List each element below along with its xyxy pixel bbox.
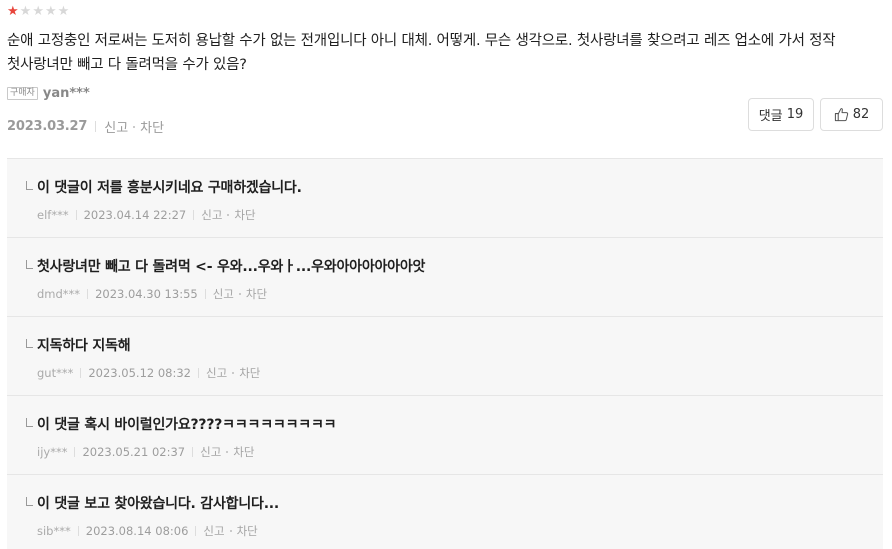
comment-report-link[interactable]: 신고 xyxy=(206,365,227,381)
comment-report-link[interactable]: 신고 xyxy=(203,523,224,539)
comment-meta: ijy*** 2023.05.21 02:37 신고 차단 xyxy=(37,444,254,460)
comment-text: 첫사랑녀만 빼고 다 돌려먹 <- 우와...우와ㅏ...우와아아아아아아앗 xyxy=(37,259,426,275)
comment-text: 이 댓글이 저를 흥분시키네요 구매하겠습니다. xyxy=(37,180,302,196)
divider-dot xyxy=(229,530,232,532)
comment-text: 이 댓글 보고 찾아왔습니다. 감사합니다... xyxy=(37,496,280,512)
comment-date: 2023.08.14 08:06 xyxy=(85,524,189,538)
comment-item: 이 댓글 보고 찾아왔습니다. 감사합니다... sib*** 2023.08.… xyxy=(7,475,883,549)
comment-report-link[interactable]: 신고 xyxy=(213,286,234,302)
comment-meta: gut*** 2023.05.12 08:32 신고 차단 xyxy=(37,365,260,381)
divider xyxy=(80,368,82,378)
comment-date: 2023.04.14 22:27 xyxy=(83,208,187,222)
comment-date: 2023.05.12 08:32 xyxy=(88,366,192,380)
report-link[interactable]: 신고 xyxy=(104,117,128,136)
comment-author: elf*** xyxy=(37,208,69,222)
divider xyxy=(95,121,97,132)
comment-list: 이 댓글이 저를 흥분시키네요 구매하겠습니다. elf*** 2023.04.… xyxy=(7,158,883,549)
reply-arrow-icon xyxy=(26,260,33,269)
comment-author: dmd*** xyxy=(37,287,81,301)
star-icon-filled: ★ xyxy=(7,4,19,19)
divider-dot xyxy=(238,293,241,295)
block-link[interactable]: 차단 xyxy=(140,117,164,136)
divider xyxy=(198,368,200,378)
comment-block-link[interactable]: 차단 xyxy=(234,207,255,223)
reply-arrow-icon xyxy=(26,339,33,348)
comment-report-link[interactable]: 신고 xyxy=(201,207,222,223)
reply-arrow-icon xyxy=(26,418,33,427)
comment-meta: dmd*** 2023.04.30 13:55 신고 차단 xyxy=(37,286,267,302)
comment-button-label: 댓글 xyxy=(758,109,783,124)
comment-report-link[interactable]: 신고 xyxy=(200,444,221,460)
buyer-badge: 구매자 xyxy=(7,87,38,100)
comment-item: 지독하다 지독해 gut*** 2023.05.12 08:32 신고 차단 xyxy=(7,317,883,396)
comment-author: ijy*** xyxy=(37,445,68,459)
review-body: 순애 고정충인 저로써는 도저히 용납할 수가 없는 전개입니다 아니 대체. … xyxy=(7,33,836,73)
comment-item: 이 댓글 혹시 바이럴인가요????ㅋㅋㅋㅋㅋㅋㅋㅋㅋ ijy*** 2023.… xyxy=(7,396,883,475)
comment-meta: sib*** 2023.08.14 08:06 신고 차단 xyxy=(37,523,258,539)
comment-author: gut*** xyxy=(37,366,74,380)
like-button[interactable]: 82 xyxy=(820,98,883,131)
comment-date: 2023.05.21 02:37 xyxy=(82,445,186,459)
review-date: 2023.03.27 xyxy=(7,119,88,134)
thumbs-up-icon xyxy=(834,108,848,122)
divider xyxy=(192,447,194,457)
comment-count-button[interactable]: 댓글 19 xyxy=(748,98,814,131)
reply-arrow-icon xyxy=(26,497,33,506)
comment-author: sib*** xyxy=(37,524,71,538)
reply-arrow-icon xyxy=(26,181,33,190)
comment-block-link[interactable]: 차단 xyxy=(239,365,260,381)
divider xyxy=(75,210,77,220)
comment-block-link[interactable]: 차단 xyxy=(233,444,254,460)
star-icon-empty: ★ xyxy=(57,4,70,19)
divider-dot xyxy=(232,372,235,374)
comment-date: 2023.04.30 13:55 xyxy=(95,287,198,301)
divider-dot xyxy=(226,451,229,453)
comment-count: 19 xyxy=(786,107,804,122)
star-icon-empty: ★ xyxy=(19,4,32,19)
comment-block-link[interactable]: 차단 xyxy=(237,523,258,539)
divider-dot xyxy=(227,214,230,216)
comment-meta: elf*** 2023.04.14 22:27 신고 차단 xyxy=(37,207,256,223)
divider xyxy=(195,526,197,536)
comment-text: 지독하다 지독해 xyxy=(37,338,131,354)
review-author: yan*** xyxy=(42,86,90,101)
like-count: 82 xyxy=(852,107,870,122)
comment-item: 첫사랑녀만 빼고 다 돌려먹 <- 우와...우와ㅏ...우와아아아아아아앗 d… xyxy=(7,238,883,317)
divider xyxy=(77,526,79,536)
divider xyxy=(87,289,89,299)
review-meta: 2023.03.27 신고 차단 xyxy=(7,117,164,136)
comment-item: 이 댓글이 저를 흥분시키네요 구매하겠습니다. elf*** 2023.04.… xyxy=(7,159,883,238)
star-icon-empty: ★ xyxy=(32,4,44,19)
star-rating: ★ ★ ★ ★ ★ xyxy=(7,5,69,19)
star-icon-empty: ★ xyxy=(44,4,57,19)
comment-text: 이 댓글 혹시 바이럴인가요????ㅋㅋㅋㅋㅋㅋㅋㅋㅋ xyxy=(37,417,337,433)
divider xyxy=(193,210,195,220)
divider xyxy=(204,289,206,299)
comment-block-link[interactable]: 차단 xyxy=(246,286,267,302)
divider xyxy=(74,447,76,457)
divider-dot xyxy=(133,125,136,128)
review-author-row: 구매자 yan*** xyxy=(7,86,90,101)
